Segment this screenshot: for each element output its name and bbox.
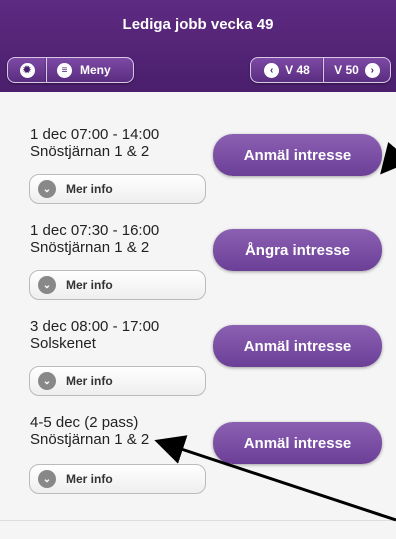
shift-date-time: 3 dec 08:00 - 17:00 [30, 318, 160, 335]
more-info-label: Mer info [66, 278, 113, 292]
chevron-down-icon: ⌄ [38, 180, 56, 198]
shift-date-time: 1 dec 07:00 - 14:00 [30, 126, 160, 143]
chevron-right-icon: › [364, 62, 380, 78]
register-interest-button[interactable]: Anmäl intresse [213, 325, 382, 367]
more-info-button[interactable]: ⌄ Mer info [29, 270, 206, 300]
chevron-down-icon: ⌄ [38, 372, 56, 390]
register-interest-button[interactable]: Anmäl intresse [213, 422, 382, 464]
register-interest-button[interactable]: Anmäl intresse [213, 134, 382, 176]
settings-button[interactable]: ✹ [7, 57, 47, 83]
shift-location: Snöstjärnan 1 & 2 [30, 431, 150, 448]
page-title: Lediga jobb vecka 49 [122, 16, 274, 33]
app-header: Lediga jobb vecka 49 ✹ ≡ Meny ‹ V 48 V 5… [0, 0, 396, 92]
gear-icon: ✹ [19, 62, 35, 78]
more-info-button[interactable]: ⌄ Mer info [29, 174, 206, 204]
shift-date-time: 1 dec 07:30 - 16:00 [30, 222, 160, 239]
more-info-button[interactable]: ⌄ Mer info [29, 366, 206, 396]
next-week-button[interactable]: V 50 › [323, 57, 391, 83]
shift-date-time: 4-5 dec (2 pass) [30, 414, 139, 431]
prev-week-button[interactable]: ‹ V 48 [250, 57, 324, 83]
chevron-left-icon: ‹ [264, 62, 280, 78]
prev-week-label: V 48 [285, 63, 310, 77]
more-info-label: Mer info [66, 374, 113, 388]
more-info-label: Mer info [66, 182, 113, 196]
menu-label: Meny [80, 63, 111, 77]
shift-list: 1 dec 07:00 - 14:00 Snöstjärnan 1 & 2 An… [0, 92, 396, 520]
withdraw-interest-button[interactable]: Ångra intresse [213, 229, 382, 271]
shift-location: Snöstjärnan 1 & 2 [30, 143, 150, 160]
chevron-down-icon: ⌄ [38, 276, 56, 294]
more-info-label: Mer info [66, 472, 113, 486]
shift-location: Solskenet [30, 335, 96, 352]
page-footer [0, 520, 396, 539]
chevron-down-icon: ⌄ [38, 470, 56, 488]
menu-button[interactable]: ≡ Meny [46, 57, 134, 83]
shift-location: Snöstjärnan 1 & 2 [30, 239, 150, 256]
menu-icon: ≡ [57, 62, 72, 78]
more-info-button[interactable]: ⌄ Mer info [29, 464, 206, 494]
next-week-label: V 50 [334, 63, 359, 77]
